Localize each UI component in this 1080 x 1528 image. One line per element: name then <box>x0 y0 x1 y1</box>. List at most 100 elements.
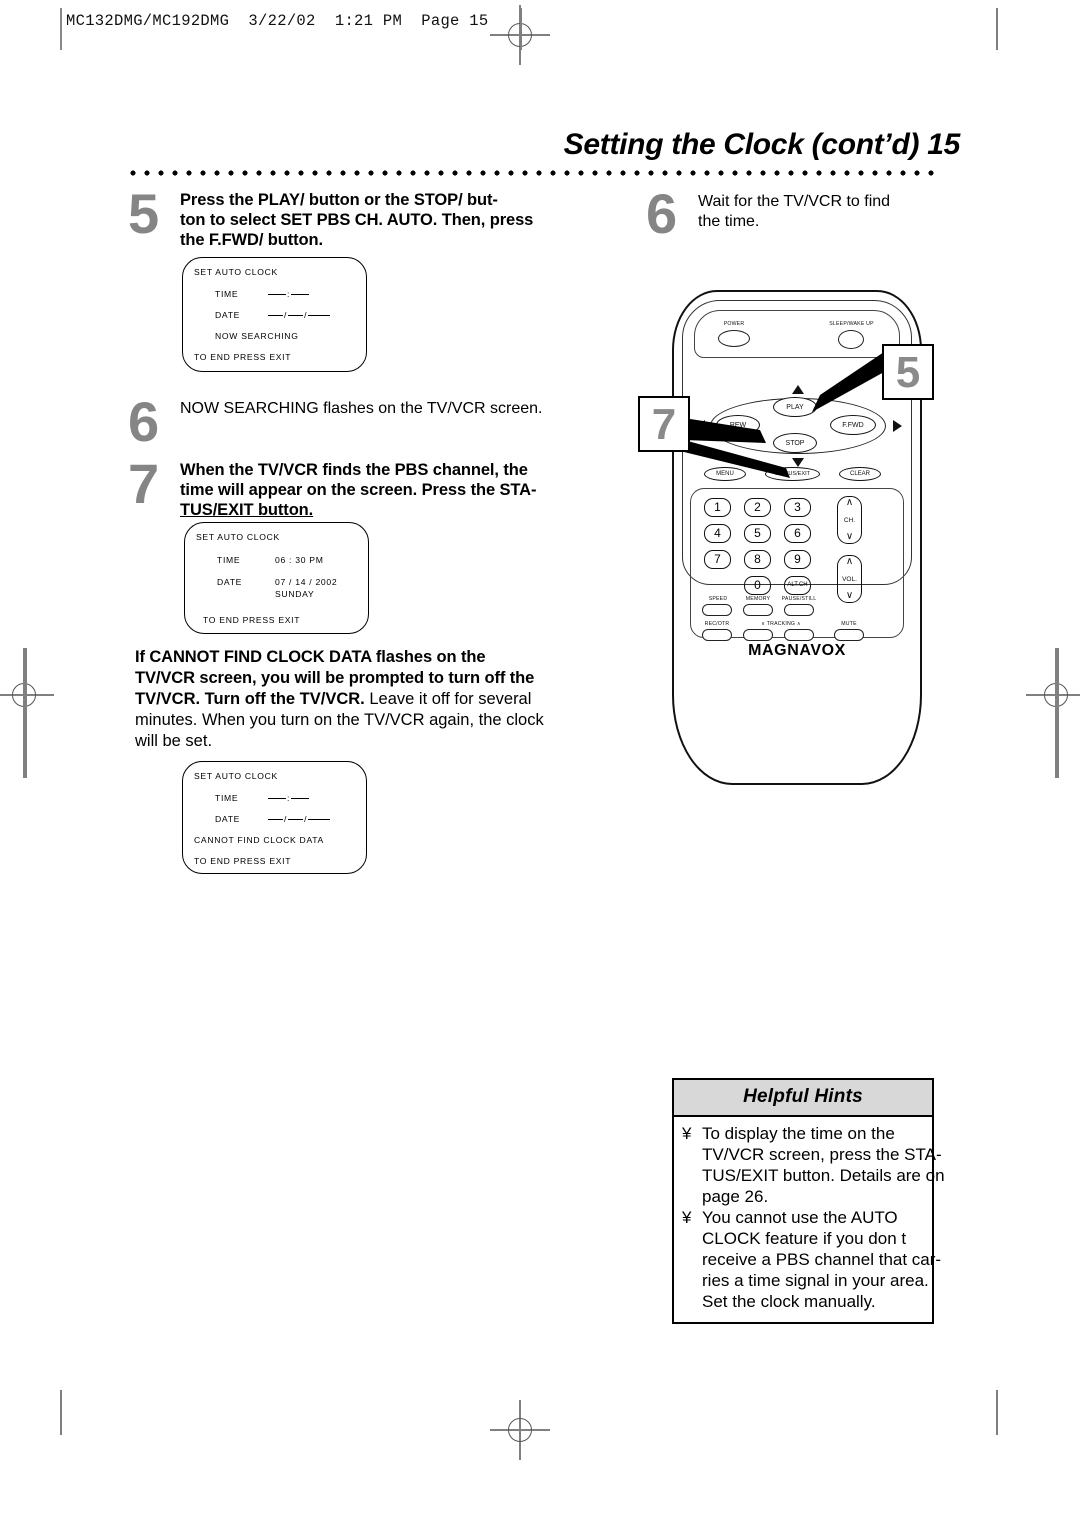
screen1-footer: TO END PRESS EXIT <box>194 352 292 362</box>
up-arrow-icon <box>792 385 804 394</box>
screen2-time-label: TIME <box>217 555 241 565</box>
speed-button[interactable] <box>702 604 732 616</box>
step-7-line-3: TUS/EXIT button. <box>180 501 314 519</box>
tracking-up-button[interactable] <box>784 629 814 641</box>
speed-label: SPEED <box>708 596 728 602</box>
key-0[interactable]: 0 <box>744 576 771 595</box>
helpful-hints-heading: Helpful Hints <box>672 1078 934 1117</box>
sleep-wake-button[interactable] <box>838 330 864 349</box>
crop-bar-top-far-right <box>996 8 998 50</box>
hint-item-1-line-3: TUS/EXIT button. Details are on <box>702 1166 945 1185</box>
helpful-hints-box: Helpful Hints ¥ To display the time on t… <box>672 1078 945 1324</box>
rew-button[interactable]: REW <box>716 415 760 435</box>
screen2-date-value: 07 / 14 / 2002 <box>275 577 338 587</box>
stop-button[interactable]: STOP <box>773 433 817 453</box>
screen1-date-blank: / / <box>267 310 331 320</box>
tv-screen-now-searching: SET AUTO CLOCK TIME : DATE / / NOW SEARCH… <box>182 257 367 372</box>
screen3-time-label: TIME <box>215 793 239 803</box>
menu-button[interactable]: MENU <box>704 467 746 481</box>
tv-screen-clock-found: SET AUTO CLOCK TIME 06 : 30 PM DATE 07 /… <box>184 522 369 634</box>
screen1-status: NOW SEARCHING <box>215 331 299 341</box>
note-bold-line-1: If CANNOT FIND CLOCK DATA flashes on the <box>135 648 486 666</box>
screen3-date-blank: / / <box>267 814 331 824</box>
key-9[interactable]: 9 <box>784 550 811 569</box>
screen1-time-label: TIME <box>215 289 239 299</box>
hint-item-2-line-4: ries a time signal in your area. <box>702 1271 929 1290</box>
crop-bar-top-right <box>520 8 522 50</box>
hint-bullet-1: ¥ <box>682 1124 692 1143</box>
screen1-title: SET AUTO CLOCK <box>194 267 278 277</box>
mute-label: MUTE <box>841 621 857 627</box>
tracking-up-icon: ∧ <box>796 621 801 627</box>
screen2-day-value: SUNDAY <box>275 589 315 599</box>
note-bold-line-3: TV/VCR. Turn off the TV/VCR. Leave it of… <box>135 689 531 710</box>
tracking-down-button[interactable] <box>743 629 773 641</box>
tracking-label: ∨ TRACKING ∧ <box>736 621 826 627</box>
key-3[interactable]: 3 <box>784 498 811 517</box>
status-exit-button[interactable]: STATUS/EXIT <box>765 467 820 481</box>
header-rule <box>60 8 62 50</box>
channel-rocker[interactable]: ∧ CH. ∨ <box>837 496 862 544</box>
step-6-right-number: 6 <box>646 182 678 245</box>
key-8[interactable]: 8 <box>744 550 771 569</box>
key-1[interactable]: 1 <box>704 498 731 517</box>
hint-item-2-line-3: receive a PBS channel that car- <box>702 1250 942 1269</box>
hint-item-1-line-2: TV/VCR screen, press the STA- <box>702 1145 942 1164</box>
key-4[interactable]: 4 <box>704 524 731 543</box>
alt-ch-button[interactable]: ALT.CH <box>784 576 811 595</box>
note-plain-tail: Leave it off for several <box>364 690 532 708</box>
step-5-line-2: ton to select SET PBS CH. AUTO. Then, pr… <box>180 211 534 229</box>
screen3-time-blank: : <box>267 793 310 803</box>
down-arrow-icon <box>792 458 804 467</box>
brand-logo: MAGNAVOX <box>748 642 846 659</box>
memory-label: MEMORY <box>745 596 771 602</box>
tv-screen-cannot-find: SET AUTO CLOCK TIME : DATE / / CANNOT FIN… <box>182 761 367 874</box>
crop-bar-bottom-right <box>996 1390 998 1435</box>
step-7-line-2: time will appear on the screen. Press th… <box>180 481 537 499</box>
screen1-time-blank: : <box>267 289 310 299</box>
callout-step-7: 7 <box>638 396 690 452</box>
screen3-date-label: DATE <box>215 814 241 824</box>
screen3-footer: TO END PRESS EXIT <box>194 856 292 866</box>
rec-otr-button[interactable] <box>702 629 732 641</box>
play-button[interactable]: PLAY <box>773 397 817 417</box>
note-bold-tail: TV/VCR. Turn off the TV/VCR. <box>135 690 365 708</box>
right-arrow-icon <box>893 420 902 432</box>
ch-label: CH. <box>843 517 856 524</box>
registration-mark-bottom <box>490 1400 550 1460</box>
ffwd-button[interactable]: F.FWD <box>830 415 876 435</box>
key-2[interactable]: 2 <box>744 498 771 517</box>
print-header-line: MC132DMG/MC192DMG 3/22/02 1:21 PM Page 1… <box>66 12 489 30</box>
mute-button[interactable] <box>834 629 864 641</box>
vol-label: VOL. <box>842 576 857 583</box>
registration-mark-right <box>1026 665 1080 725</box>
note-plain-line-2: will be set. <box>135 732 213 750</box>
volume-rocker[interactable]: ∧ VOL. ∨ <box>837 555 862 603</box>
tracking-text: TRACKING <box>766 621 796 627</box>
hint-2-text-1: You cannot use the AUTO <box>702 1208 898 1227</box>
left-arrow-icon <box>696 420 705 432</box>
screen1-date-label: DATE <box>215 310 241 320</box>
pause-still-button[interactable] <box>784 604 814 616</box>
key-7[interactable]: 7 <box>704 550 731 569</box>
hint-bullet-2: ¥ <box>682 1208 692 1227</box>
helpful-hints-body: ¥ To display the time on the TV/VCR scre… <box>672 1117 945 1324</box>
power-button[interactable] <box>718 330 750 347</box>
hint-item-1-line-4: page 26. <box>702 1187 769 1206</box>
ch-up-icon: ∧ <box>845 497 854 508</box>
step-6-left-number: 6 <box>128 390 160 453</box>
step-5-line-3: the F.FWD/ button. <box>180 231 323 249</box>
rec-otr-label: REC/OTR <box>704 621 730 627</box>
tracking-down-icon: ∨ <box>761 621 766 627</box>
hint-item-1-line-1: ¥ To display the time on the <box>682 1123 924 1144</box>
step-6-right-line-1: Wait for the TV/VCR to find <box>698 193 891 210</box>
clear-button[interactable]: CLEAR <box>839 467 881 481</box>
key-5[interactable]: 5 <box>744 524 771 543</box>
crop-bar-right <box>1055 648 1059 778</box>
note-bold-line-2: TV/VCR screen, you will be prompted to t… <box>135 669 535 687</box>
hint-item-2-line-2: CLOCK feature if you don t <box>702 1229 907 1248</box>
memory-button[interactable] <box>743 604 773 616</box>
key-6[interactable]: 6 <box>784 524 811 543</box>
screen3-title: SET AUTO CLOCK <box>194 771 278 781</box>
sleep-wake-label: SLEEP/WAKE UP <box>829 321 874 327</box>
